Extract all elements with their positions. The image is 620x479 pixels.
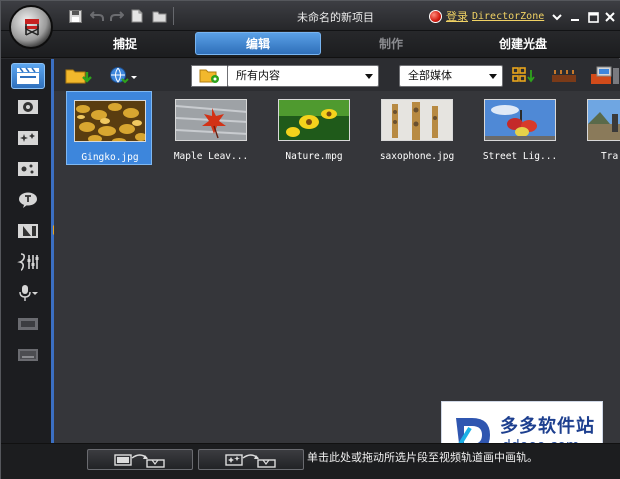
timeline-icon — [552, 70, 576, 82]
tab-create-disc[interactable]: 创建光盘 — [461, 33, 585, 56]
dropdown-arrow-icon[interactable] — [550, 10, 564, 24]
maximize-icon[interactable] — [586, 10, 600, 24]
voice-over-room-button[interactable] — [11, 280, 45, 306]
media-item-street[interactable]: Street Lig... — [477, 91, 563, 165]
audio-mixing-room-button[interactable] — [11, 249, 45, 275]
audio-mixer-icon — [17, 253, 39, 271]
subtitle-room-button[interactable] — [11, 342, 45, 368]
insert-pip-track-icon — [225, 453, 276, 468]
media-item-maple[interactable]: Maple Leav... — [168, 91, 254, 165]
media-item-saxophone[interactable]: saxophone.jpg — [374, 91, 460, 165]
tab-produce[interactable]: 制作 — [329, 33, 453, 56]
subtitle-icon — [18, 349, 38, 361]
media-item-caption: Nature.mpg — [285, 151, 343, 162]
effects-room-button[interactable] — [11, 94, 45, 120]
media-item-caption: Gingko.jpg — [81, 152, 139, 163]
content-filter-dropdown[interactable]: 所有内容 — [227, 65, 379, 87]
insert-to-pip-track-button[interactable] — [198, 449, 304, 470]
nature-thumbnail — [278, 99, 350, 141]
import-media-button[interactable] — [65, 66, 95, 86]
login-status-icon — [429, 9, 442, 23]
close-icon[interactable] — [603, 10, 617, 24]
window-title: 未命名的新项目 — [297, 11, 374, 24]
tab-capture[interactable]: 捕捉 — [63, 33, 187, 56]
open-project-icon[interactable] — [151, 8, 167, 24]
media-item-travel[interactable]: Tra — [580, 91, 620, 165]
library-folder-button[interactable] — [191, 65, 227, 87]
media-room-button[interactable] — [11, 63, 45, 89]
content-filter-value: 所有内容 — [236, 69, 280, 82]
redo-icon[interactable] — [109, 8, 125, 24]
saxophone-thumbnail — [381, 99, 453, 141]
media-item-caption: saxophone.jpg — [379, 151, 455, 162]
watermark-name: 多多软件站 — [500, 416, 595, 437]
effects-icon — [18, 100, 38, 114]
new-project-icon[interactable] — [129, 8, 145, 24]
clapperboard-icon — [17, 67, 39, 84]
transition-room-button[interactable] — [11, 218, 45, 244]
import-folder-icon — [65, 69, 92, 84]
sparkle-objects-icon — [18, 131, 38, 145]
title-text-icon — [19, 192, 37, 208]
grid-sort-icon — [512, 67, 535, 83]
media-item-caption: Street Lig... — [482, 151, 558, 162]
login-link[interactable]: 登录 DirectorZone — [429, 8, 544, 24]
insert-to-video-track-button[interactable] — [87, 449, 193, 470]
tab-edit[interactable]: 编辑 — [195, 32, 321, 55]
transition-icon — [18, 224, 38, 238]
particle-room-button[interactable] — [11, 156, 45, 182]
insert-video-track-icon — [114, 453, 165, 468]
sort-view-button[interactable] — [512, 66, 540, 86]
globe-download-icon — [110, 67, 137, 84]
gingko-thumbnail — [74, 100, 146, 142]
pip-objects-room-button[interactable] — [11, 125, 45, 151]
minimize-icon[interactable] — [568, 10, 582, 24]
directorzone-link[interactable]: DirectorZone — [472, 11, 544, 22]
director-chair-icon — [25, 19, 39, 36]
street-thumbnail — [484, 99, 556, 141]
save-icon[interactable] — [67, 8, 83, 24]
capture-frame-button[interactable] — [589, 66, 619, 86]
media-item-nature[interactable]: Nature.mpg — [271, 91, 357, 165]
media-type-caret-icon — [489, 74, 497, 79]
maple-thumbnail — [175, 99, 247, 141]
media-item-caption: Maple Leav... — [173, 151, 249, 162]
film-capture-icon — [591, 66, 619, 84]
insert-hint-text: 单击此处或拖动所选片段至视频轨道画中画轨。 — [307, 451, 538, 464]
travel-thumbnail — [587, 99, 620, 141]
media-item-caption: Tra — [601, 151, 619, 162]
app-logo[interactable] — [9, 5, 53, 49]
content-filter-caret-icon — [365, 74, 373, 79]
media-item-gingko[interactable]: Gingko.jpg — [66, 91, 152, 165]
title-room-button[interactable] — [11, 187, 45, 213]
media-type-value: 全部媒体 — [408, 69, 452, 82]
login-label[interactable]: 登录 — [446, 8, 468, 24]
timeline-view-button[interactable] — [550, 66, 578, 86]
title-separator — [173, 7, 174, 25]
folder-settings-icon — [199, 69, 219, 83]
app-window: 未命名的新项目 登录 DirectorZone 捕捉 编辑 制作 创建光盘 所有… — [0, 0, 620, 479]
chapter-room-button[interactable] — [11, 311, 45, 337]
media-type-dropdown[interactable]: 全部媒体 — [399, 65, 503, 87]
undo-icon[interactable] — [89, 8, 105, 24]
film-strip-icon — [18, 318, 38, 330]
particle-icon — [18, 162, 38, 176]
download-web-media-button[interactable] — [109, 66, 139, 86]
microphone-icon — [19, 285, 38, 301]
